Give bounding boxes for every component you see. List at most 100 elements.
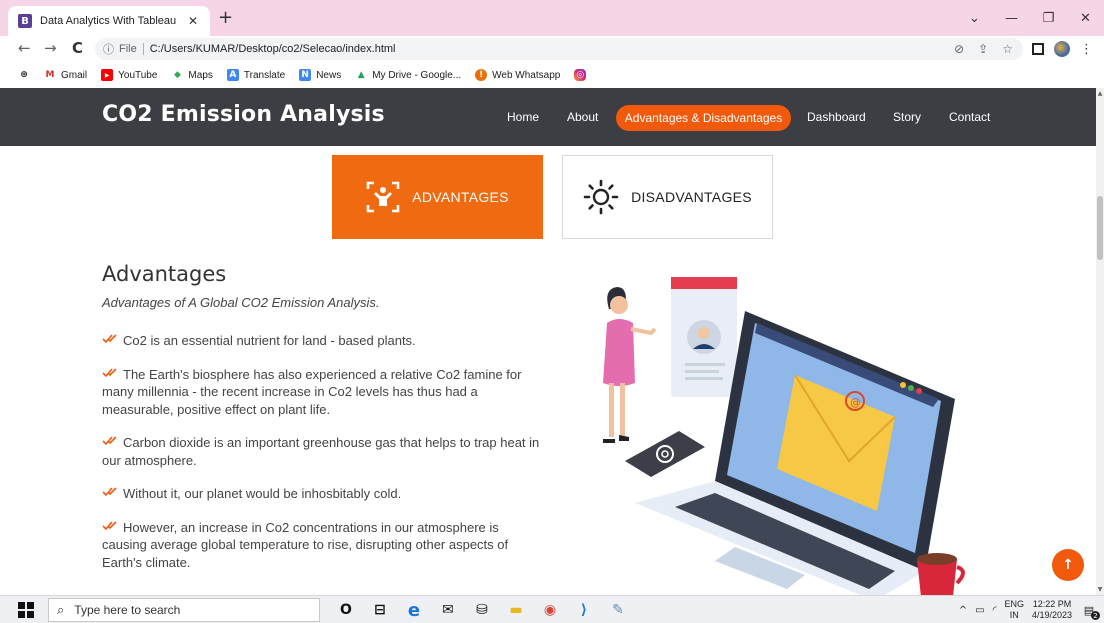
- region-code: IN: [1009, 610, 1019, 620]
- site-header: CO2 Emission Analysis Home About Advanta…: [0, 88, 1096, 146]
- section-subheading: Advantages of A Global CO2 Emission Anal…: [102, 295, 380, 310]
- side-panel-icon[interactable]: [1032, 43, 1044, 55]
- wifi-icon[interactable]: ◜: [993, 605, 997, 616]
- sun-icon: [583, 179, 619, 215]
- minimize-button[interactable]: —: [993, 0, 1030, 36]
- profile-avatar[interactable]: [1054, 41, 1070, 57]
- bookmarks-bar: ⊛ M Gmail ▶ YouTube ◆ Maps A Translate N News…: [0, 62, 1104, 88]
- tab-disadvantages[interactable]: DISADVANTAGES: [562, 155, 773, 239]
- double-check-icon: [102, 331, 118, 349]
- phone-graphic: [625, 431, 705, 477]
- nav-dashboard[interactable]: Dashboard: [807, 110, 866, 124]
- svg-text:@: @: [850, 396, 861, 409]
- bookmark-drive[interactable]: ▲ My Drive - Google...: [355, 69, 461, 81]
- list-item-text: The Earth's biosphere has also experienc…: [102, 366, 522, 417]
- scroll-down-arrow-icon[interactable]: ▼: [1096, 586, 1104, 593]
- task-view-icon[interactable]: ⊟: [368, 599, 392, 621]
- notification-center-icon[interactable]: ▤ 2: [1080, 601, 1100, 620]
- list-item: Without it, our planet would be inhosbit…: [102, 484, 542, 503]
- show-hidden-icons-chevron-icon[interactable]: ^: [959, 605, 967, 616]
- forward-button[interactable]: →: [44, 39, 57, 57]
- address-bar[interactable]: ⓘ File C:/Users/KUMAR/Desktop/co2/Seleca…: [95, 38, 1023, 60]
- bookmark-news[interactable]: N News: [299, 69, 341, 81]
- url-scheme-label: File: [119, 43, 137, 55]
- list-item-text: Carbon dioxide is an important greenhous…: [102, 435, 540, 468]
- browser-tab[interactable]: B Data Analytics With Tableau ✕: [8, 6, 210, 36]
- list-item-text: Co2 is an essential nutrient for land - …: [123, 333, 416, 348]
- clock-time: 12:22 PM: [1032, 599, 1072, 609]
- browser-tab-strip: B Data Analytics With Tableau ✕ + ⌄ — ❐ …: [0, 0, 1104, 36]
- whatsapp-icon: !: [475, 69, 488, 81]
- scrollbar-thumb[interactable]: [1097, 196, 1103, 260]
- cortana-icon[interactable]: O: [334, 599, 358, 621]
- bookmark-label: YouTube: [118, 69, 158, 81]
- star-icon[interactable]: ☆: [1002, 42, 1013, 56]
- file-explorer-icon[interactable]: ▬: [504, 599, 528, 621]
- bookmark-translate[interactable]: A Translate: [226, 69, 285, 81]
- tab-advantages[interactable]: ADVANTAGES: [332, 155, 543, 239]
- new-tab-button[interactable]: +: [218, 9, 233, 27]
- mail-icon[interactable]: ✉: [436, 599, 460, 621]
- url-text[interactable]: C:/Users/KUMAR/Desktop/co2/Selecao/index…: [150, 43, 396, 55]
- browser-menu-icon[interactable]: ⋮: [1080, 42, 1093, 57]
- tab-close-icon[interactable]: ✕: [186, 14, 200, 28]
- reload-button[interactable]: C: [72, 39, 83, 57]
- tab-advantages-label: ADVANTAGES: [412, 189, 509, 205]
- close-window-button[interactable]: ✕: [1067, 0, 1104, 36]
- nav-advantages[interactable]: Advantages & Disadvantages: [616, 105, 791, 131]
- tab-favicon-icon: B: [18, 14, 32, 28]
- mug-graphic: [917, 553, 965, 595]
- paint-icon[interactable]: ✎: [606, 599, 630, 621]
- bookmark-maps[interactable]: ◆ Maps: [171, 69, 213, 81]
- double-check-icon: [102, 433, 118, 451]
- tab-search-icon[interactable]: ⌄: [956, 0, 993, 36]
- search-icon: ⌕: [57, 602, 65, 618]
- extensions-area: ⋮: [1032, 41, 1093, 57]
- address-row: ← → C ⓘ File C:/Users/KUMAR/Desktop/co2/…: [0, 36, 1104, 62]
- nav-story[interactable]: Story: [893, 110, 921, 124]
- chrome-icon[interactable]: ◉: [538, 599, 562, 621]
- share-icon[interactable]: ⇪: [978, 42, 988, 56]
- vscode-icon[interactable]: ⟩: [572, 599, 596, 621]
- list-item: The Earth's biosphere has also experienc…: [102, 365, 542, 419]
- bookmark-label: Gmail: [61, 69, 88, 81]
- edge-icon[interactable]: e: [402, 599, 426, 621]
- site-logo[interactable]: CO2 Emission Analysis: [102, 102, 385, 127]
- apps-shortcut[interactable]: ⊛: [18, 69, 30, 81]
- windows-start-icon[interactable]: [18, 602, 34, 618]
- list-item: Co2 is an essential nutrient for land - …: [102, 331, 542, 350]
- language-code: ENG: [1004, 599, 1024, 609]
- woman-graphic: [603, 287, 657, 443]
- omnibox-actions: ⊘ ⇪ ☆: [954, 42, 1013, 56]
- battery-icon[interactable]: ▭: [975, 605, 984, 616]
- clock[interactable]: 12:22 PM 4/19/2023: [1032, 599, 1072, 621]
- store-icon[interactable]: ⛁: [470, 599, 494, 621]
- bookmark-whatsapp[interactable]: ! Web Whatsapp: [475, 69, 560, 81]
- nav-contact[interactable]: Contact: [949, 110, 990, 124]
- bookmark-gmail[interactable]: M Gmail: [44, 69, 88, 81]
- person-box-icon: [366, 181, 400, 213]
- bookmark-label: News: [316, 69, 342, 81]
- restore-button[interactable]: ❐: [1030, 0, 1067, 36]
- bookmark-youtube[interactable]: ▶ YouTube: [101, 69, 157, 81]
- eye-off-icon[interactable]: ⊘: [954, 42, 964, 56]
- site-info-icon[interactable]: ⓘ: [103, 41, 114, 57]
- back-to-top-button[interactable]: ↑: [1052, 549, 1084, 581]
- maps-pin-icon: ◆: [173, 70, 181, 80]
- nav-about[interactable]: About: [567, 110, 598, 124]
- scroll-up-arrow-icon[interactable]: ▲: [1096, 90, 1104, 97]
- list-item-text: Without it, our planet would be inhosbit…: [123, 486, 402, 501]
- double-check-icon: [102, 365, 118, 383]
- page-scrollbar[interactable]: ▲ ▼: [1096, 88, 1104, 595]
- google-drive-icon: ▲: [357, 70, 365, 80]
- language-indicator[interactable]: ENG IN: [1004, 599, 1024, 621]
- tab-title: Data Analytics With Tableau: [40, 15, 177, 27]
- bookmark-instagram[interactable]: ◎: [574, 69, 587, 81]
- back-button[interactable]: ←: [18, 39, 31, 57]
- taskbar-search-box[interactable]: ⌕ Type here to search: [48, 598, 320, 622]
- profile-card-graphic: [671, 277, 737, 397]
- bookmark-label: Web Whatsapp: [492, 69, 561, 81]
- instagram-icon: ◎: [574, 69, 587, 81]
- list-item: However, an increase in Co2 concentratio…: [102, 518, 542, 572]
- nav-home[interactable]: Home: [507, 110, 539, 124]
